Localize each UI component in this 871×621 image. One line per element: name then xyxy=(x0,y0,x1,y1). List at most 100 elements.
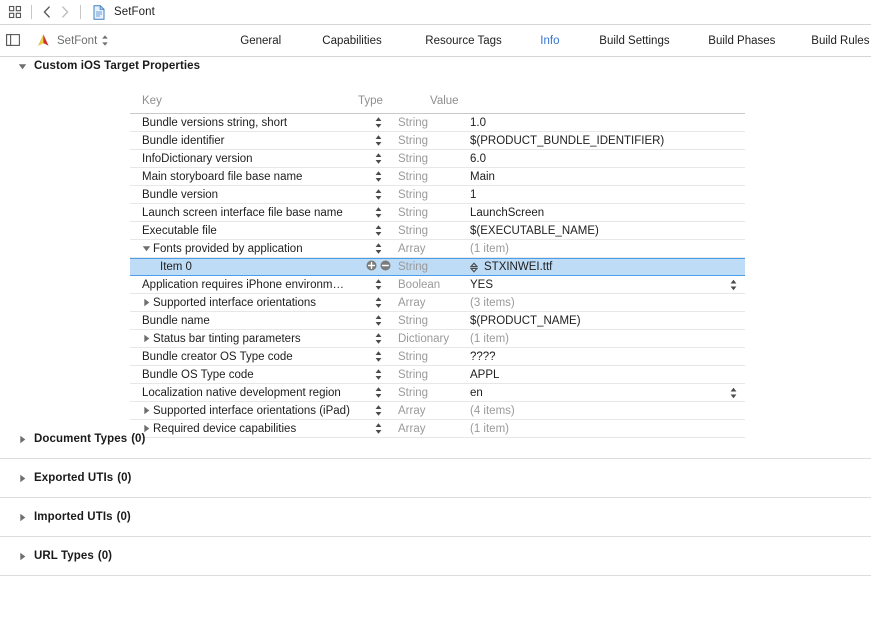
plist-value-cell[interactable]: ???? xyxy=(470,351,745,363)
plist-value-cell[interactable]: Main xyxy=(470,171,745,183)
plist-type-cell[interactable]: Array xyxy=(398,243,470,255)
triangle-down-icon[interactable] xyxy=(142,244,151,253)
table-row[interactable]: Bundle version String 1 xyxy=(130,186,745,204)
plist-key-cell[interactable]: Launch screen interface file base name xyxy=(130,207,358,219)
value-stepper[interactable] xyxy=(730,278,737,291)
table-row[interactable]: Bundle versions string, short String 1.0 xyxy=(130,114,745,132)
table-row[interactable]: Executable file String $(EXECUTABLE_NAME) xyxy=(130,222,745,240)
key-stepper[interactable] xyxy=(358,368,398,381)
plist-value-cell[interactable]: (3 items) xyxy=(470,297,745,309)
plist-key-cell[interactable]: Status bar tinting parameters xyxy=(130,333,358,345)
plist-type-cell[interactable]: String xyxy=(398,315,470,327)
plus-circle-icon[interactable] xyxy=(366,258,377,276)
plist-value-cell[interactable]: (4 items) xyxy=(470,405,745,417)
plist-value-cell[interactable]: YES xyxy=(470,279,745,291)
type-chevrons-icon[interactable] xyxy=(470,261,478,274)
plist-key-cell[interactable]: Supported interface orientations xyxy=(130,297,358,309)
key-stepper[interactable] xyxy=(358,134,398,147)
plist-key-cell[interactable]: Bundle versions string, short xyxy=(130,117,358,129)
plist-type-cell[interactable]: String xyxy=(398,207,470,219)
plist-value-cell[interactable]: (1 item) xyxy=(470,243,745,255)
tab-build-rules[interactable]: Build Rules xyxy=(811,35,869,47)
plist-type-cell[interactable]: String xyxy=(398,261,470,273)
value-stepper[interactable] xyxy=(730,386,737,399)
plist-key-cell[interactable]: Executable file xyxy=(130,225,358,237)
tab-info[interactable]: Info xyxy=(540,35,559,47)
plist-type-cell[interactable]: String xyxy=(398,225,470,237)
plist-value-cell[interactable]: STXINWEI.ttf xyxy=(470,261,745,274)
table-row[interactable]: Bundle identifier String $(PRODUCT_BUNDLE_… xyxy=(130,132,745,150)
triangle-right-icon[interactable] xyxy=(142,406,151,415)
tab-build-settings[interactable]: Build Settings xyxy=(599,35,669,47)
chevron-right-icon[interactable] xyxy=(56,0,74,25)
triangle-right-icon[interactable] xyxy=(18,474,27,483)
plist-type-cell[interactable]: Array xyxy=(398,405,470,417)
plist-type-cell[interactable]: String xyxy=(398,117,470,129)
key-stepper[interactable] xyxy=(358,224,398,237)
plist-type-cell[interactable]: String xyxy=(398,387,470,399)
table-row[interactable]: Fonts provided by application Array (1 ite… xyxy=(130,240,745,258)
tab-build-phases[interactable]: Build Phases xyxy=(708,35,775,47)
key-stepper[interactable] xyxy=(358,278,398,291)
chevron-up-down-icon[interactable] xyxy=(101,34,109,48)
key-stepper[interactable] xyxy=(358,350,398,363)
plist-type-cell[interactable]: String xyxy=(398,351,470,363)
plist-value-cell[interactable]: 1 xyxy=(470,189,745,201)
plist-value-cell[interactable]: LaunchScreen xyxy=(470,207,745,219)
plist-value-cell[interactable]: $(EXECUTABLE_NAME) xyxy=(470,225,745,237)
key-stepper[interactable] xyxy=(358,386,398,399)
plist-value-cell[interactable]: $(PRODUCT_BUNDLE_IDENTIFIER) xyxy=(470,135,745,147)
column-header-value[interactable]: Value xyxy=(430,95,745,107)
key-stepper[interactable] xyxy=(358,152,398,165)
exported-utis-section[interactable]: Exported UTIs (0) xyxy=(0,459,871,498)
table-row[interactable]: Supported interface orientations Array (3 … xyxy=(130,294,745,312)
plist-key-cell[interactable]: Bundle OS Type code xyxy=(130,369,358,381)
triangle-right-icon[interactable] xyxy=(18,435,27,444)
table-row[interactable]: Localization native development region St… xyxy=(130,384,745,402)
table-row[interactable]: Launch screen interface file base name St… xyxy=(130,204,745,222)
plist-key-cell[interactable]: Bundle creator OS Type code xyxy=(130,351,358,363)
table-row[interactable]: Bundle creator OS Type code String???? xyxy=(130,348,745,366)
table-row[interactable]: InfoDictionary version String 6.0 xyxy=(130,150,745,168)
key-stepper[interactable] xyxy=(358,188,398,201)
table-row[interactable]: Bundle OS Type code String APPL xyxy=(130,366,745,384)
plist-key-cell[interactable]: Bundle name xyxy=(130,315,358,327)
table-row[interactable]: Supported interface orientations (iPad) A… xyxy=(130,402,745,420)
triangle-right-icon[interactable] xyxy=(142,334,151,343)
plist-key-cell[interactable]: Localization native development region xyxy=(130,387,358,399)
column-header-type[interactable]: Type xyxy=(358,95,430,107)
plist-key-cell[interactable]: InfoDictionary version xyxy=(130,153,358,165)
plist-type-cell[interactable]: String xyxy=(398,189,470,201)
plist-key-cell[interactable]: Bundle identifier xyxy=(130,135,358,147)
plist-value-cell[interactable]: 6.0 xyxy=(470,153,745,165)
triangle-right-icon[interactable] xyxy=(142,298,151,307)
plist-value-cell[interactable]: $(PRODUCT_NAME) xyxy=(470,315,745,327)
tab-capabilities[interactable]: Capabilities xyxy=(322,35,381,47)
custom-properties-header[interactable]: Custom iOS Target Properties xyxy=(0,57,871,75)
table-row[interactable]: Main storyboard file base name String Main xyxy=(130,168,745,186)
plist-key-cell[interactable]: Fonts provided by application xyxy=(130,243,358,255)
key-stepper[interactable] xyxy=(358,314,398,327)
key-stepper[interactable] xyxy=(358,116,398,129)
triangle-down-icon[interactable] xyxy=(18,62,27,71)
plist-type-cell[interactable]: String xyxy=(398,171,470,183)
plist-key-cell[interactable]: Supported interface orientations (iPad) xyxy=(130,405,358,417)
tab-resource-tags[interactable]: Resource Tags xyxy=(425,35,502,47)
table-row[interactable]: Application requires iPhone environm… Boo… xyxy=(130,276,745,294)
key-stepper[interactable] xyxy=(358,242,398,255)
plist-type-cell[interactable]: String xyxy=(398,153,470,165)
column-header-key[interactable]: Key xyxy=(130,95,358,107)
url-types-section[interactable]: URL Types (0) xyxy=(0,537,871,576)
plist-key-cell[interactable]: Item 0 xyxy=(130,261,358,273)
left-panel-toggle-icon[interactable] xyxy=(6,33,22,49)
table-row[interactable]: Bundle name String $(PRODUCT_NAME) xyxy=(130,312,745,330)
key-stepper[interactable] xyxy=(358,206,398,219)
key-stepper[interactable] xyxy=(358,404,398,417)
plist-value-cell[interactable]: 1.0 xyxy=(470,117,745,129)
table-row[interactable]: Status bar tinting parameters Dictionary (… xyxy=(130,330,745,348)
minus-circle-icon[interactable] xyxy=(380,258,391,276)
plist-type-cell[interactable]: String xyxy=(398,369,470,381)
plist-value-cell[interactable]: APPL xyxy=(470,369,745,381)
plist-type-cell[interactable]: Array xyxy=(398,297,470,309)
plist-key-cell[interactable]: Bundle version xyxy=(130,189,358,201)
